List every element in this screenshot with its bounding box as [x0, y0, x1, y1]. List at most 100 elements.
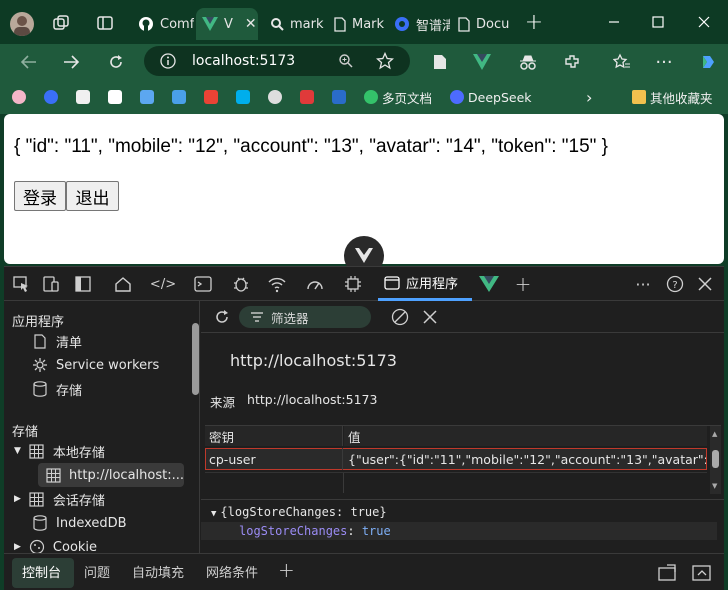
sidebar-item-manifest[interactable]: 清单 [32, 329, 82, 353]
sidebar-header-application: 应用程序 [12, 315, 65, 330]
expanded-triangle-icon[interactable]: ▼ [14, 446, 21, 456]
bookmark-d[interactable] [108, 86, 122, 108]
close-drawer-icon[interactable] [692, 564, 712, 582]
drawer-tab-network-conditions[interactable]: 网络条件 [206, 562, 258, 581]
bookmark-flower[interactable] [12, 86, 26, 108]
more-options-icon[interactable]: ··· [632, 273, 654, 295]
sidebar-item-local-origin[interactable]: http://localhost:... [38, 463, 184, 487]
close-icon[interactable]: ✕ [245, 16, 257, 32]
collapsed-triangle-icon[interactable]: ▶ [14, 494, 21, 504]
bookmark-s[interactable] [332, 86, 346, 108]
bookmark-panda[interactable] [268, 86, 282, 108]
bookmark-cloud[interactable] [140, 86, 154, 108]
column-header-key[interactable]: 密钥 [205, 426, 343, 446]
drawer-tab-autofill[interactable]: 自动填充 [132, 562, 184, 581]
performance-gauge-icon[interactable] [304, 273, 326, 295]
sidebar-item-local-storage[interactable]: ▼ 本地存储 [14, 439, 105, 463]
elements-code-icon[interactable]: </> [150, 273, 176, 295]
table-scrollbar[interactable]: ▲ ▼ [710, 426, 721, 494]
refresh-icon[interactable] [213, 308, 231, 326]
console-object-summary[interactable]: ▼ {logStoreChanges: true} [211, 505, 387, 519]
sidebar-item-session-storage[interactable]: ▶ 会话存储 [14, 487, 105, 511]
more-menu-icon[interactable]: ··· [652, 50, 676, 74]
undock-drawer-icon[interactable] [658, 564, 678, 582]
document-extension-icon[interactable] [428, 50, 452, 74]
extensions-icon[interactable] [560, 50, 584, 74]
column-header-value[interactable]: 值 [344, 426, 707, 446]
bookmarks-overflow-chevron[interactable]: › [586, 86, 592, 108]
console-icon[interactable] [192, 273, 214, 295]
favorites-icon[interactable] [610, 50, 634, 74]
tab-actions-icon[interactable] [96, 14, 114, 32]
new-tab-button[interactable]: + [520, 10, 548, 35]
bookmark-mail[interactable] [172, 86, 186, 108]
drawer-tab-issues[interactable]: 问题 [84, 562, 110, 581]
vue-devtools-extension-icon[interactable] [470, 50, 494, 74]
minimize-button[interactable] [600, 10, 628, 34]
refresh-button[interactable] [104, 50, 128, 74]
sidebar-item-cookie[interactable]: ▶ Cookie [14, 535, 97, 553]
incognito-extension-icon[interactable] [516, 50, 540, 74]
sources-bug-icon[interactable] [230, 273, 252, 295]
sidebar-scrollbar[interactable] [192, 323, 199, 395]
user-json-text: { "id": "11", "mobile": "12", "account":… [14, 136, 609, 157]
workspaces-icon[interactable] [52, 14, 70, 32]
tab-markdown[interactable]: Mark [328, 8, 386, 40]
address-bar[interactable]: localhost:5173 [144, 46, 410, 76]
scroll-down-arrow-icon[interactable]: ▼ [712, 482, 717, 490]
table-cell-key[interactable]: cp-user [205, 448, 343, 470]
tab-application[interactable]: 应用程序 [378, 267, 472, 301]
tab-docu[interactable]: Docu [454, 8, 518, 40]
expanded-triangle-icon[interactable]: ▼ [211, 509, 216, 519]
help-icon[interactable]: ? [664, 273, 686, 295]
bookmark-multipage[interactable]: 多页文档 [364, 86, 432, 108]
site-info-icon[interactable] [160, 53, 176, 69]
vue-devtools-tab-icon[interactable] [478, 273, 500, 295]
bookmark-red[interactable] [300, 86, 314, 108]
add-panel-icon[interactable]: + [512, 272, 534, 296]
profile-avatar[interactable] [10, 12, 34, 36]
inspect-element-icon[interactable] [10, 273, 32, 295]
maximize-button[interactable] [644, 10, 672, 34]
tab-search-mark[interactable]: mark [264, 8, 324, 40]
login-button[interactable]: 登录 [14, 181, 66, 211]
zoom-icon[interactable] [338, 53, 354, 69]
bookmark-zhipu[interactable] [44, 86, 58, 108]
drawer-tab-console[interactable]: 控制台 [22, 562, 61, 581]
collapsed-triangle-icon[interactable]: ▶ [14, 542, 21, 552]
copilot-icon[interactable] [696, 50, 720, 74]
memory-chip-icon[interactable] [342, 273, 364, 295]
tab-zhipu[interactable]: 智谱清 [390, 8, 450, 40]
dock-side-icon[interactable] [72, 273, 94, 295]
close-devtools-icon[interactable] [694, 273, 716, 295]
forward-button[interactable] [60, 50, 84, 74]
sidebar-item-indexeddb[interactable]: IndexedDB [32, 511, 127, 535]
logout-button[interactable]: 退出 [66, 181, 119, 211]
sidebar-item-storage[interactable]: 存储 [32, 377, 82, 401]
bookmark-gmail[interactable] [204, 86, 218, 108]
gear-icon [32, 357, 48, 373]
back-button[interactable] [16, 50, 40, 74]
table-cell-value[interactable]: {"user":{"id":"11","mobile":"12","accoun… [344, 448, 706, 470]
clear-all-icon[interactable] [391, 308, 409, 326]
sidebar-item-service-workers[interactable]: Service workers [32, 353, 159, 377]
delete-selected-icon[interactable] [423, 310, 437, 324]
bookmark-chat[interactable] [76, 86, 90, 108]
table-scroll-thumb[interactable] [712, 450, 719, 468]
scroll-up-arrow-icon[interactable]: ▲ [712, 430, 717, 438]
device-emulation-icon[interactable] [40, 273, 62, 295]
bookmark-bilibili[interactable] [236, 86, 250, 108]
network-wifi-icon[interactable] [266, 273, 288, 295]
tab-github[interactable]: Comfi [130, 8, 194, 40]
application-sidebar: 应用程序 清单 Service workers 存储 存储 ▼ 本地存储 htt… [4, 301, 200, 553]
add-drawer-tab-icon[interactable]: + [278, 558, 295, 582]
bookmark-deepseek[interactable]: DeepSeek [450, 86, 532, 108]
bookmark-other-favorites[interactable]: 其他收藏夹 [632, 86, 713, 108]
welcome-home-icon[interactable] [112, 273, 134, 295]
filter-input[interactable]: 筛选器 [239, 306, 371, 328]
close-window-button[interactable] [690, 10, 718, 34]
tab-vue-app[interactable]: V ✕ [196, 8, 258, 40]
s-logo-icon [332, 90, 346, 104]
devtools-tab-bar: </> 应用程序 + ··· ? [4, 267, 724, 301]
favorite-star-icon[interactable] [376, 52, 394, 70]
